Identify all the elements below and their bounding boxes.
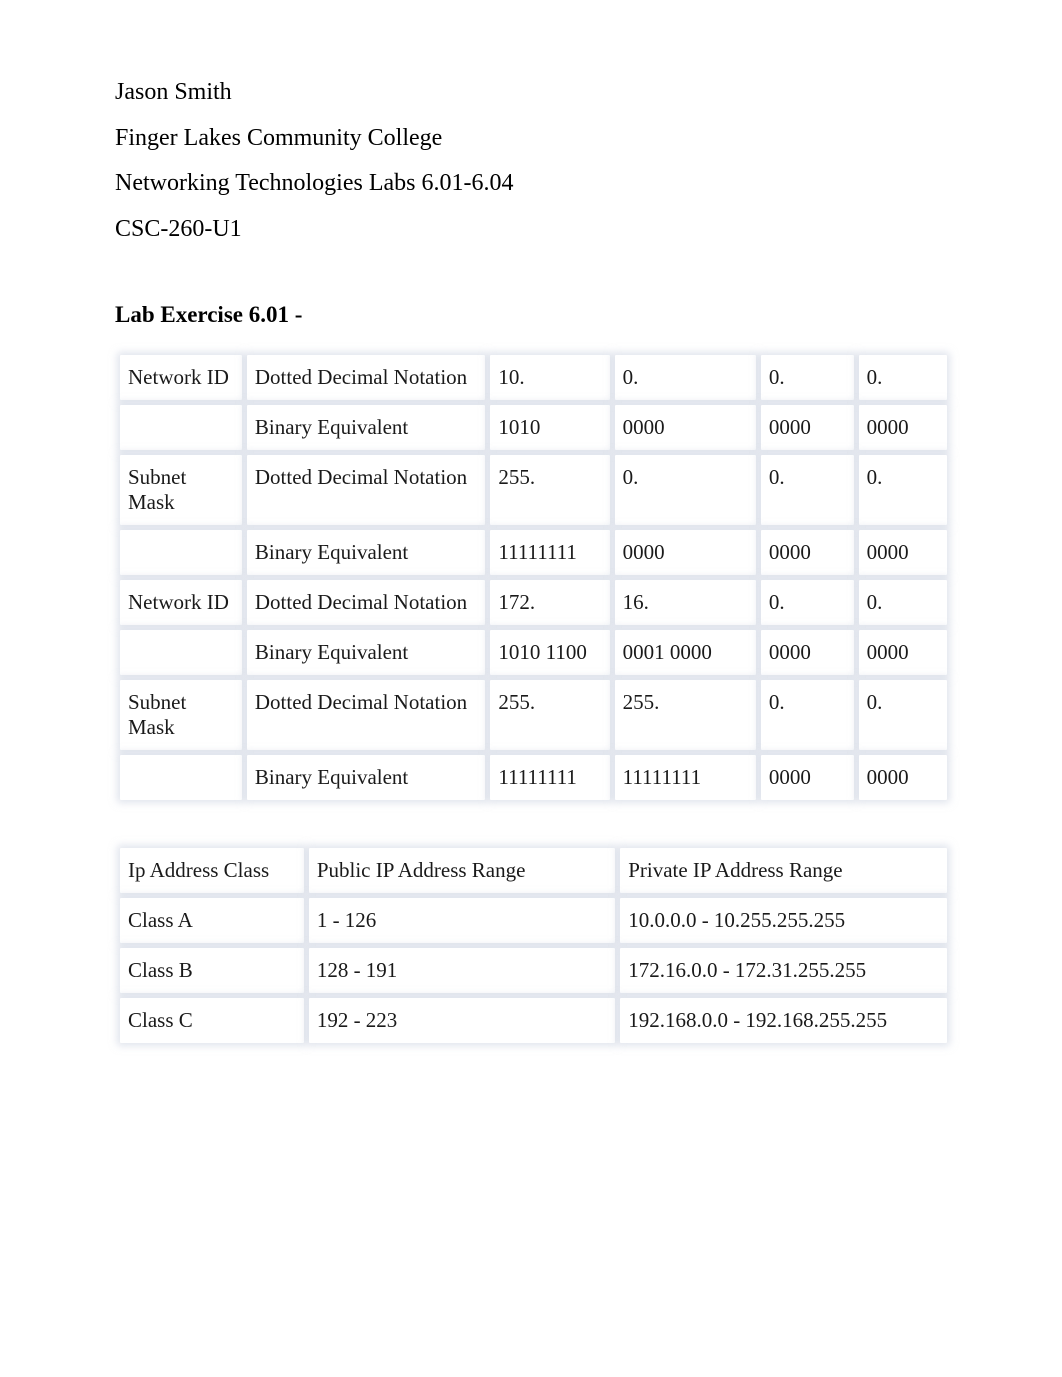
octet-cell: 255. (490, 455, 609, 525)
octet-cell: 0001 0000 (615, 630, 756, 675)
octet-cell: 255. (490, 680, 609, 750)
ip-class-cell: Class C (120, 998, 304, 1043)
table-row: Class B 128 - 191 172.16.0.0 - 172.31.25… (120, 948, 947, 993)
table-row: Subnet Mask Dotted Decimal Notation 255.… (120, 680, 947, 750)
row-label-cell: Network ID (120, 355, 242, 400)
octet-cell: 0. (761, 680, 854, 750)
institution-name: Finger Lakes Community College (115, 116, 952, 162)
public-range-cell: 192 - 223 (309, 998, 615, 1043)
octet-cell: 0000 (859, 630, 947, 675)
octet-cell: 1010 1100 (490, 630, 609, 675)
notation-type-cell: Binary Equivalent (247, 630, 485, 675)
notation-type-cell: Binary Equivalent (247, 405, 485, 450)
octet-cell: 0. (859, 580, 947, 625)
course-title: Networking Technologies Labs 6.01-6.04 (115, 161, 952, 207)
octet-cell: 0000 (761, 755, 854, 800)
row-label-cell: Subnet Mask (120, 680, 242, 750)
octet-cell: 0000 (761, 405, 854, 450)
octet-cell: 0. (859, 355, 947, 400)
row-label-cell (120, 530, 242, 575)
octet-cell: 11111111 (615, 755, 756, 800)
ip-class-header: Ip Address Class (120, 848, 304, 893)
table-row: Binary Equivalent 1010 0000 0000 0000 (120, 405, 947, 450)
octet-cell: 255. (615, 680, 756, 750)
octet-cell: 0. (761, 355, 854, 400)
notation-type-cell: Dotted Decimal Notation (247, 680, 485, 750)
octet-cell: 172. (490, 580, 609, 625)
document-header: Jason Smith Finger Lakes Community Colle… (115, 70, 952, 252)
octet-cell: 10. (490, 355, 609, 400)
ip-class-cell: Class A (120, 898, 304, 943)
table-row: Binary Equivalent 11111111 0000 0000 000… (120, 530, 947, 575)
table-row: Subnet Mask Dotted Decimal Notation 255.… (120, 455, 947, 525)
table-row: Network ID Dotted Decimal Notation 172. … (120, 580, 947, 625)
notation-type-cell: Dotted Decimal Notation (247, 455, 485, 525)
octet-cell: 0. (615, 455, 756, 525)
octet-cell: 0000 (761, 530, 854, 575)
octet-cell: 0. (761, 580, 854, 625)
octet-cell: 0000 (615, 405, 756, 450)
octet-cell: 0000 (615, 530, 756, 575)
row-label-cell (120, 755, 242, 800)
table-row: Class A 1 - 126 10.0.0.0 - 10.255.255.25… (120, 898, 947, 943)
octet-cell: 0000 (859, 405, 947, 450)
octet-cell: 16. (615, 580, 756, 625)
octet-cell: 11111111 (490, 530, 609, 575)
course-code: CSC-260-U1 (115, 207, 952, 253)
public-range-header: Public IP Address Range (309, 848, 615, 893)
octet-cell: 0. (761, 455, 854, 525)
private-range-header: Private IP Address Range (620, 848, 947, 893)
private-range-cell: 10.0.0.0 - 10.255.255.255 (620, 898, 947, 943)
octet-cell: 0000 (859, 530, 947, 575)
ip-class-table: Ip Address Class Public IP Address Range… (115, 843, 952, 1048)
octet-cell: 0000 (859, 755, 947, 800)
table-row: Ip Address Class Public IP Address Range… (120, 848, 947, 893)
notation-type-cell: Dotted Decimal Notation (247, 580, 485, 625)
author-name: Jason Smith (115, 70, 952, 116)
octet-cell: 1010 (490, 405, 609, 450)
octet-cell: 0. (859, 680, 947, 750)
octet-cell: 0000 (761, 630, 854, 675)
row-label-cell: Subnet Mask (120, 455, 242, 525)
notation-type-cell: Binary Equivalent (247, 530, 485, 575)
table-row: Binary Equivalent 11111111 11111111 0000… (120, 755, 947, 800)
octet-cell: 11111111 (490, 755, 609, 800)
notation-type-cell: Dotted Decimal Notation (247, 355, 485, 400)
network-subnet-table: Network ID Dotted Decimal Notation 10. 0… (115, 350, 952, 805)
row-label-cell (120, 630, 242, 675)
octet-cell: 0. (615, 355, 756, 400)
table-row: Binary Equivalent 1010 1100 0001 0000 00… (120, 630, 947, 675)
octet-cell: 0. (859, 455, 947, 525)
private-range-cell: 192.168.0.0 - 192.168.255.255 (620, 998, 947, 1043)
private-range-cell: 172.16.0.0 - 172.31.255.255 (620, 948, 947, 993)
row-label-cell: Network ID (120, 580, 242, 625)
table-row: Class C 192 - 223 192.168.0.0 - 192.168.… (120, 998, 947, 1043)
lab-exercise-title: Lab Exercise 6.01 - (115, 302, 952, 328)
row-label-cell (120, 405, 242, 450)
public-range-cell: 1 - 126 (309, 898, 615, 943)
table-row: Network ID Dotted Decimal Notation 10. 0… (120, 355, 947, 400)
notation-type-cell: Binary Equivalent (247, 755, 485, 800)
public-range-cell: 128 - 191 (309, 948, 615, 993)
ip-class-cell: Class B (120, 948, 304, 993)
